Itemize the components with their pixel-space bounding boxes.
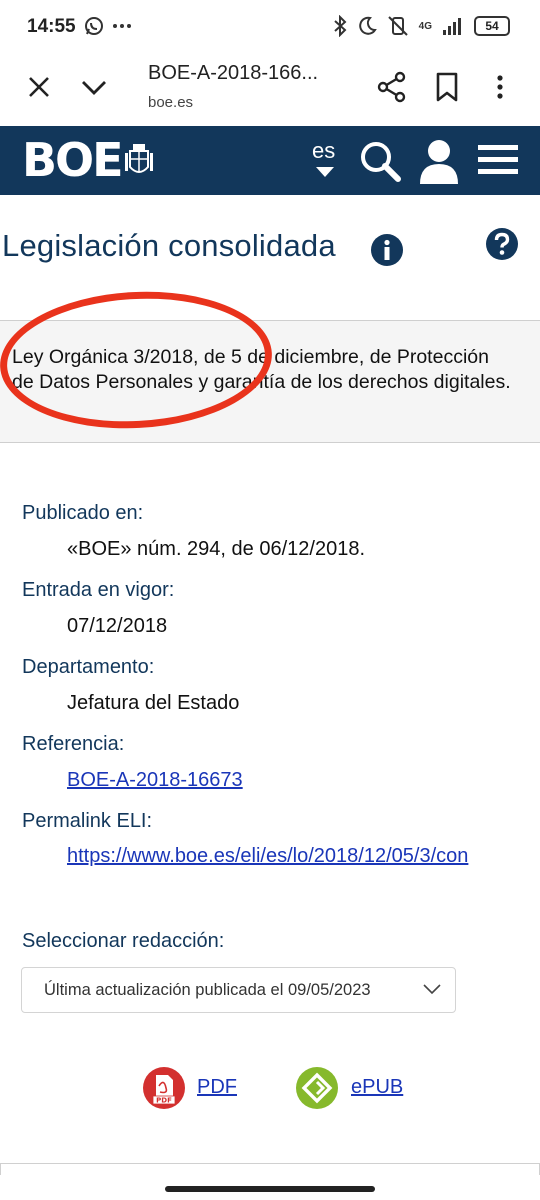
browser-domain[interactable]: boe.es (148, 94, 193, 111)
reference-link[interactable]: BOE-A-2018-16673 (67, 769, 243, 791)
select-redaction-label: Seleccionar redacción: (22, 930, 225, 952)
chevron-down-icon[interactable] (78, 72, 110, 102)
search-icon[interactable] (358, 139, 402, 183)
user-icon[interactable] (418, 138, 460, 184)
permalink-label: Permalink ELI: (22, 810, 153, 832)
entry-into-force-value: 07/12/2018 (67, 615, 168, 637)
status-time: 14:55 (27, 16, 76, 37)
reference-label: Referencia: (22, 733, 125, 755)
boe-logo[interactable]: BOE (22, 133, 156, 187)
bottom-divider (0, 1163, 540, 1175)
language-caret-icon[interactable] (316, 167, 334, 177)
law-metadata: Publicado en: «BOE» núm. 294, de 06/12/2… (22, 502, 522, 887)
close-icon[interactable] (24, 72, 54, 102)
permalink-link[interactable]: https://www.boe.es/eli/es/lo/2018/12/05/… (67, 845, 468, 867)
coat-of-arms-icon (124, 144, 153, 173)
redaction-select[interactable]: Última actualización publicada el 09/05/… (21, 967, 456, 1013)
chevron-down-icon (423, 984, 441, 995)
home-indicator[interactable] (165, 1186, 375, 1192)
browser-toolbar: BOE-A-2018-166... boe.es (0, 56, 540, 126)
boe-header: BOE es (0, 126, 540, 195)
mute-icon (387, 16, 408, 36)
moon-icon (358, 16, 377, 35)
battery-indicator: 54 (474, 16, 510, 36)
entry-into-force-label: Entrada en vigor: (22, 579, 175, 601)
pdf-badge-text: PDF (156, 1097, 172, 1105)
pdf-icon[interactable]: PDF (142, 1066, 186, 1110)
status-left-icons (84, 16, 132, 36)
department-value: Jefatura del Estado (67, 692, 240, 714)
signal-4g-icon (443, 18, 461, 35)
browser-page-title[interactable]: BOE-A-2018-166... (148, 62, 318, 85)
published-label: Publicado en: (22, 502, 144, 524)
redaction-selected-value: Última actualización publicada el 09/05/… (44, 981, 371, 999)
epub-download-link[interactable]: ePUB (351, 1076, 403, 1099)
reference-value: BOE-A-2018-16673 (67, 760, 522, 810)
info-icon[interactable] (370, 233, 404, 267)
page-title: Legislación consolidada (2, 228, 336, 263)
share-icon[interactable] (376, 70, 408, 104)
network-label: 4G (418, 20, 432, 32)
bookmark-icon[interactable] (432, 70, 462, 104)
boe-logo-text: BOE (22, 133, 124, 187)
status-right-icons: 4G 54 (333, 15, 510, 37)
published-value: «BOE» núm. 294, de 06/12/2018. (67, 538, 365, 560)
help-icon[interactable] (485, 227, 519, 261)
epub-icon[interactable] (295, 1066, 339, 1110)
whatsapp-icon (85, 17, 103, 35)
more-vertical-icon[interactable] (490, 70, 510, 104)
status-bar: 14:55 4G 54 (0, 0, 540, 56)
hamburger-menu-icon[interactable] (478, 142, 518, 178)
more-dots-icon (113, 24, 131, 28)
language-selector[interactable]: es (312, 138, 335, 164)
department-label: Departamento: (22, 656, 155, 678)
bluetooth-icon (333, 15, 347, 37)
permalink-value: https://www.boe.es/eli/es/lo/2018/12/05/… (67, 837, 522, 873)
pdf-download-link[interactable]: PDF (197, 1076, 237, 1099)
